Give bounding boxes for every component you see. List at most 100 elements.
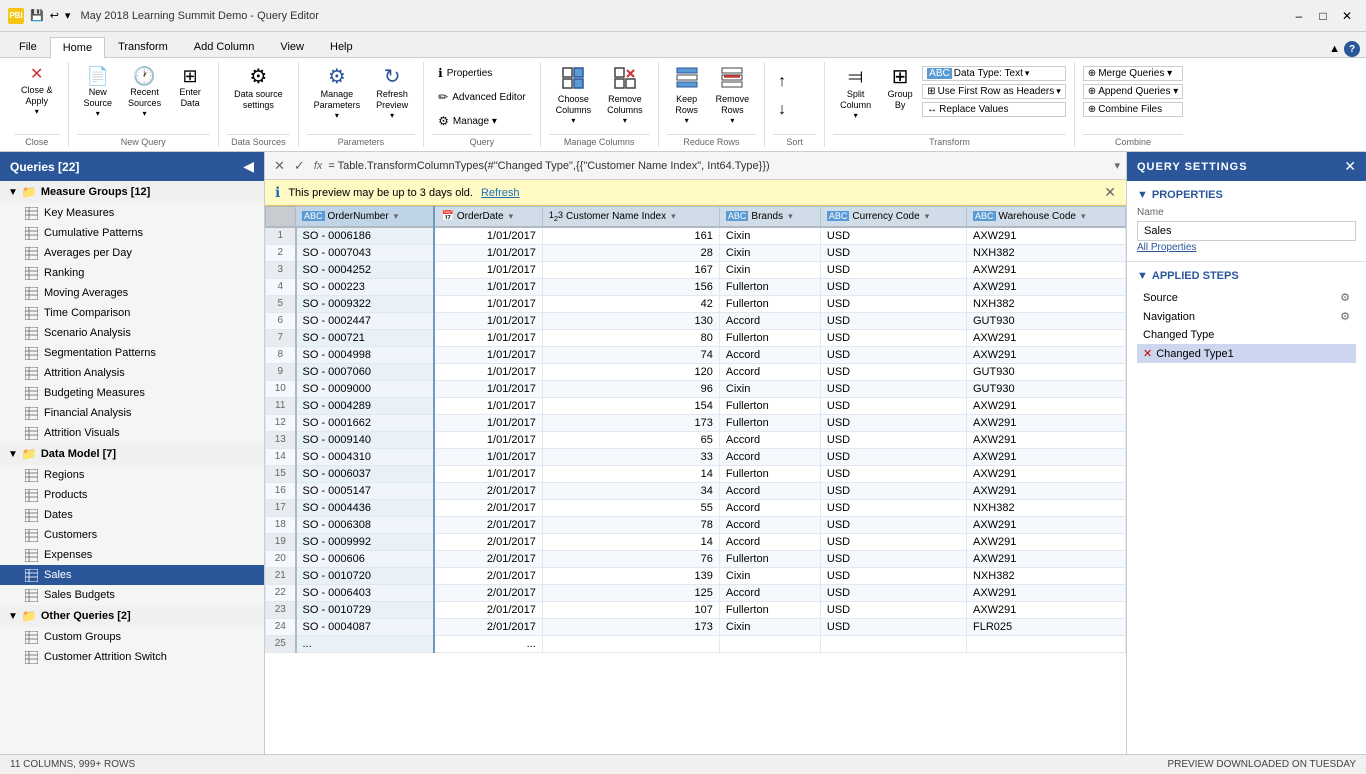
refresh-link[interactable]: Refresh bbox=[481, 187, 520, 199]
col-header-warehouse-code[interactable]: ABC Warehouse Code ▾ bbox=[966, 207, 1125, 227]
split-column-button[interactable]: ⫤ SplitColumn ▾ bbox=[833, 62, 878, 125]
new-source-button[interactable]: 📄 NewSource ▾ bbox=[77, 62, 120, 123]
sidebar-item-ranking[interactable]: Ranking bbox=[0, 263, 264, 283]
order-date-filter-icon[interactable]: ▾ bbox=[509, 211, 514, 222]
properties-section-header[interactable]: ▼ PROPERTIES bbox=[1137, 189, 1356, 201]
step-navigation[interactable]: Navigation ⚙ bbox=[1137, 307, 1356, 326]
close-apply-button[interactable]: ✕ Close &Apply ▾ bbox=[14, 62, 60, 121]
remove-columns-button[interactable]: RemoveColumns ▾ bbox=[600, 62, 650, 130]
sidebar-item-time-comparison[interactable]: Time Comparison bbox=[0, 303, 264, 323]
data-table-container[interactable]: ABC OrderNumber ▾ 📅 OrderDate ▾ bbox=[265, 206, 1126, 754]
sidebar-item-averages-per-day[interactable]: Averages per Day bbox=[0, 243, 264, 263]
sidebar-item-sales[interactable]: Sales bbox=[0, 565, 264, 585]
sidebar-item-dates[interactable]: Dates bbox=[0, 505, 264, 525]
col-header-order-number[interactable]: ABC OrderNumber ▾ bbox=[296, 207, 435, 227]
order-date-cell: 1/01/2017 bbox=[434, 295, 542, 312]
group-by-button[interactable]: ⊞ GroupBy bbox=[880, 62, 920, 116]
sidebar-item-scenario-analysis[interactable]: Scenario Analysis bbox=[0, 323, 264, 343]
tab-help[interactable]: Help bbox=[317, 36, 366, 57]
choose-columns-button[interactable]: ChooseColumns ▾ bbox=[549, 62, 599, 130]
tab-add-column[interactable]: Add Column bbox=[181, 36, 268, 57]
formula-dropdown-chevron[interactable]: ▾ bbox=[1114, 159, 1120, 172]
step-source-gear[interactable]: ⚙ bbox=[1340, 291, 1350, 304]
col-header-order-date[interactable]: 📅 OrderDate ▾ bbox=[434, 207, 542, 227]
remove-rows-button[interactable]: RemoveRows ▾ bbox=[709, 62, 757, 130]
close-button[interactable]: ✕ bbox=[1336, 5, 1358, 27]
sidebar-item-moving-averages[interactable]: Moving Averages bbox=[0, 283, 264, 303]
sidebar-group-data-model-header[interactable]: ▼ 📁 Data Model [7] bbox=[0, 443, 264, 465]
undo-icon[interactable]: ↩ bbox=[50, 9, 59, 22]
sidebar-item-segmentation-patterns[interactable]: Segmentation Patterns bbox=[0, 343, 264, 363]
formula-confirm-button[interactable]: ✓ bbox=[291, 157, 308, 175]
sidebar-group-other-queries-header[interactable]: ▼ 📁 Other Queries [2] bbox=[0, 605, 264, 627]
sidebar-item-cumulative-patterns[interactable]: Cumulative Patterns bbox=[0, 223, 264, 243]
manage-button[interactable]: ⚙ Manage ▾ bbox=[432, 110, 531, 132]
sidebar-item-key-measures[interactable]: Key Measures bbox=[0, 203, 264, 223]
notification-close-button[interactable]: ✕ bbox=[1104, 184, 1116, 201]
keep-rows-button[interactable]: KeepRows ▾ bbox=[667, 62, 707, 130]
merge-queries-dropdown[interactable]: ⊕ Merge Queries ▾ bbox=[1083, 66, 1183, 81]
save-icon[interactable]: 💾 bbox=[30, 9, 44, 22]
col-header-brands[interactable]: ABC Brands ▾ bbox=[719, 207, 820, 227]
sidebar-item-regions[interactable]: Regions bbox=[0, 465, 264, 485]
recent-sources-icon: 🕐 bbox=[133, 67, 155, 85]
tab-view[interactable]: View bbox=[267, 36, 317, 57]
data-type-dropdown[interactable]: ABC Data Type: Text ▾ bbox=[922, 66, 1066, 81]
sidebar-item-customer-attrition-switch[interactable]: Customer Attrition Switch bbox=[0, 647, 264, 667]
maximize-button[interactable]: □ bbox=[1312, 5, 1334, 27]
order-date-cell: 1/01/2017 bbox=[434, 448, 542, 465]
step-navigation-gear[interactable]: ⚙ bbox=[1340, 310, 1350, 323]
all-properties-link[interactable]: All Properties bbox=[1137, 242, 1196, 253]
sidebar-group-measure-groups-header[interactable]: ▼ 📁 Measure Groups [12] bbox=[0, 181, 264, 203]
sidebar-collapse-button[interactable]: ◀ bbox=[243, 158, 254, 175]
sort-asc-button[interactable]: ↑ bbox=[773, 70, 791, 94]
sidebar-item-attrition-visuals[interactable]: Attrition Visuals bbox=[0, 423, 264, 443]
sort-desc-button[interactable]: ↓ bbox=[773, 98, 791, 122]
query-settings-close-button[interactable]: ✕ bbox=[1344, 158, 1356, 175]
order-number-cell: SO - 0004289 bbox=[296, 397, 435, 414]
manage-parameters-button[interactable]: ⚙ ManageParameters ▾ bbox=[307, 62, 368, 125]
enter-data-button[interactable]: ⊞ EnterData bbox=[170, 62, 210, 114]
sidebar-item-budgeting-measures[interactable]: Budgeting Measures bbox=[0, 383, 264, 403]
sidebar-item-custom-groups[interactable]: Custom Groups bbox=[0, 627, 264, 647]
currency-code-filter-icon[interactable]: ▾ bbox=[925, 211, 930, 222]
ribbon-collapse-icon[interactable]: ▲ bbox=[1329, 43, 1340, 55]
sidebar-item-customers[interactable]: Customers bbox=[0, 525, 264, 545]
first-row-headers-dropdown[interactable]: ⊞ Use First Row as Headers ▾ bbox=[922, 84, 1066, 99]
properties-button[interactable]: ℹ Properties bbox=[432, 62, 531, 84]
step-source[interactable]: Source ⚙ bbox=[1137, 288, 1356, 307]
warehouse-code-filter-icon[interactable]: ▾ bbox=[1081, 211, 1086, 222]
brands-filter-icon[interactable]: ▾ bbox=[788, 211, 793, 222]
order-number-filter-icon[interactable]: ▾ bbox=[394, 211, 399, 222]
sidebar-item-attrition-analysis[interactable]: Attrition Analysis bbox=[0, 363, 264, 383]
order-date-cell: 1/01/2017 bbox=[434, 278, 542, 295]
append-queries-dropdown[interactable]: ⊕ Append Queries ▾ bbox=[1083, 84, 1183, 99]
data-source-settings-button[interactable]: ⚙ Data sourcesettings bbox=[227, 62, 290, 116]
advanced-editor-button[interactable]: ✏ Advanced Editor bbox=[432, 86, 531, 108]
refresh-preview-button[interactable]: ↻ RefreshPreview ▾ bbox=[369, 62, 415, 125]
sidebar-item-financial-analysis[interactable]: Financial Analysis bbox=[0, 403, 264, 423]
combine-files-button[interactable]: ⊕ Combine Files bbox=[1083, 102, 1183, 117]
step-changed-type[interactable]: Changed Type bbox=[1137, 326, 1356, 344]
tab-home[interactable]: Home bbox=[50, 37, 105, 58]
minimize-button[interactable]: – bbox=[1288, 5, 1310, 27]
query-name-input[interactable] bbox=[1137, 221, 1356, 241]
formula-cancel-button[interactable]: ✕ bbox=[271, 157, 288, 175]
recent-sources-button[interactable]: 🕐 RecentSources ▾ bbox=[121, 62, 168, 123]
sidebar-item-sales-budgets[interactable]: Sales Budgets bbox=[0, 585, 264, 605]
col-header-customer-name-index[interactable]: 123 Customer Name Index ▾ bbox=[542, 207, 719, 227]
replace-values-button[interactable]: ↔ Replace Values bbox=[922, 102, 1066, 117]
help-icon[interactable]: ? bbox=[1344, 41, 1360, 57]
formula-input[interactable] bbox=[328, 160, 1108, 172]
customer-name-index-filter-icon[interactable]: ▾ bbox=[671, 211, 676, 222]
tab-file[interactable]: File bbox=[6, 36, 50, 57]
sidebar-item-products[interactable]: Products bbox=[0, 485, 264, 505]
sidebar-item-expenses[interactable]: Expenses bbox=[0, 545, 264, 565]
order-number-cell: SO - 0004252 bbox=[296, 261, 435, 278]
ribbon-group-reduce-rows: KeepRows ▾ RemoveRows ▾ Reduce Rows bbox=[659, 62, 766, 147]
dropdown-icon[interactable]: ▾ bbox=[65, 9, 71, 22]
tab-transform[interactable]: Transform bbox=[105, 36, 181, 57]
step-changed-type1[interactable]: ✕ Changed Type1 bbox=[1137, 344, 1356, 363]
col-header-currency-code[interactable]: ABC Currency Code ▾ bbox=[820, 207, 966, 227]
applied-steps-section-header[interactable]: ▼ APPLIED STEPS bbox=[1137, 270, 1356, 282]
